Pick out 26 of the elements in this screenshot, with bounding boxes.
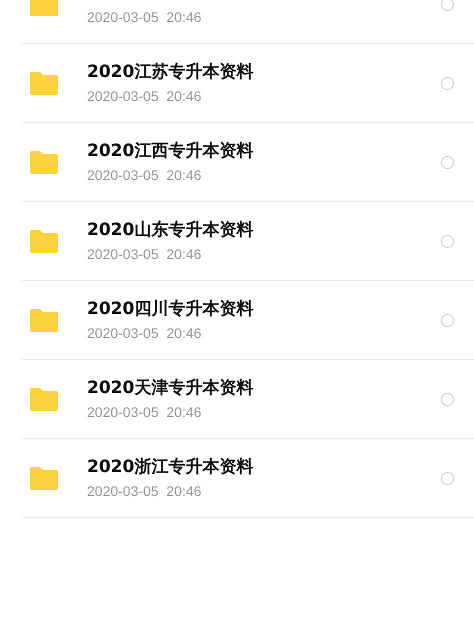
select-radio[interactable] [441, 472, 454, 484]
folder-name: 2020江苏专升本资料 [87, 61, 254, 83]
folder-name: 2020四川专升本资料 [87, 298, 254, 320]
modified-date: 2020-03-05 20:46 [87, 166, 202, 184]
folder-icon [30, 150, 58, 174]
select-radio[interactable] [441, 76, 454, 90]
modified-date: 2020-03-05 20:46 [87, 8, 202, 26]
modified-date: 2020-03-05 20:46 [87, 482, 202, 500]
folder-name: 2020江西专升本资料 [87, 140, 254, 162]
folder-name: 2020浙江专升本资料 [87, 456, 254, 478]
select-radio[interactable] [441, 314, 454, 326]
select-radio[interactable] [441, 156, 454, 168]
modified-date: 2020-03-05 20:46 [87, 87, 202, 105]
select-radio[interactable] [441, 234, 454, 248]
folder-name: 2020山东专升本资料 [87, 219, 254, 241]
folder-icon [30, 72, 58, 94]
folder-icon [30, 466, 58, 490]
select-radio[interactable] [441, 0, 454, 10]
select-radio[interactable] [441, 392, 454, 406]
folder-icon [30, 388, 58, 410]
modified-date: 2020-03-05 20:46 [87, 324, 202, 342]
folder-icon [30, 308, 58, 332]
modified-date: 2020-03-05 20:46 [87, 403, 202, 421]
folder-name: 2020天津专升本资料 [87, 377, 254, 399]
modified-date: 2020-03-05 20:46 [87, 245, 202, 263]
folder-icon [30, 230, 58, 252]
